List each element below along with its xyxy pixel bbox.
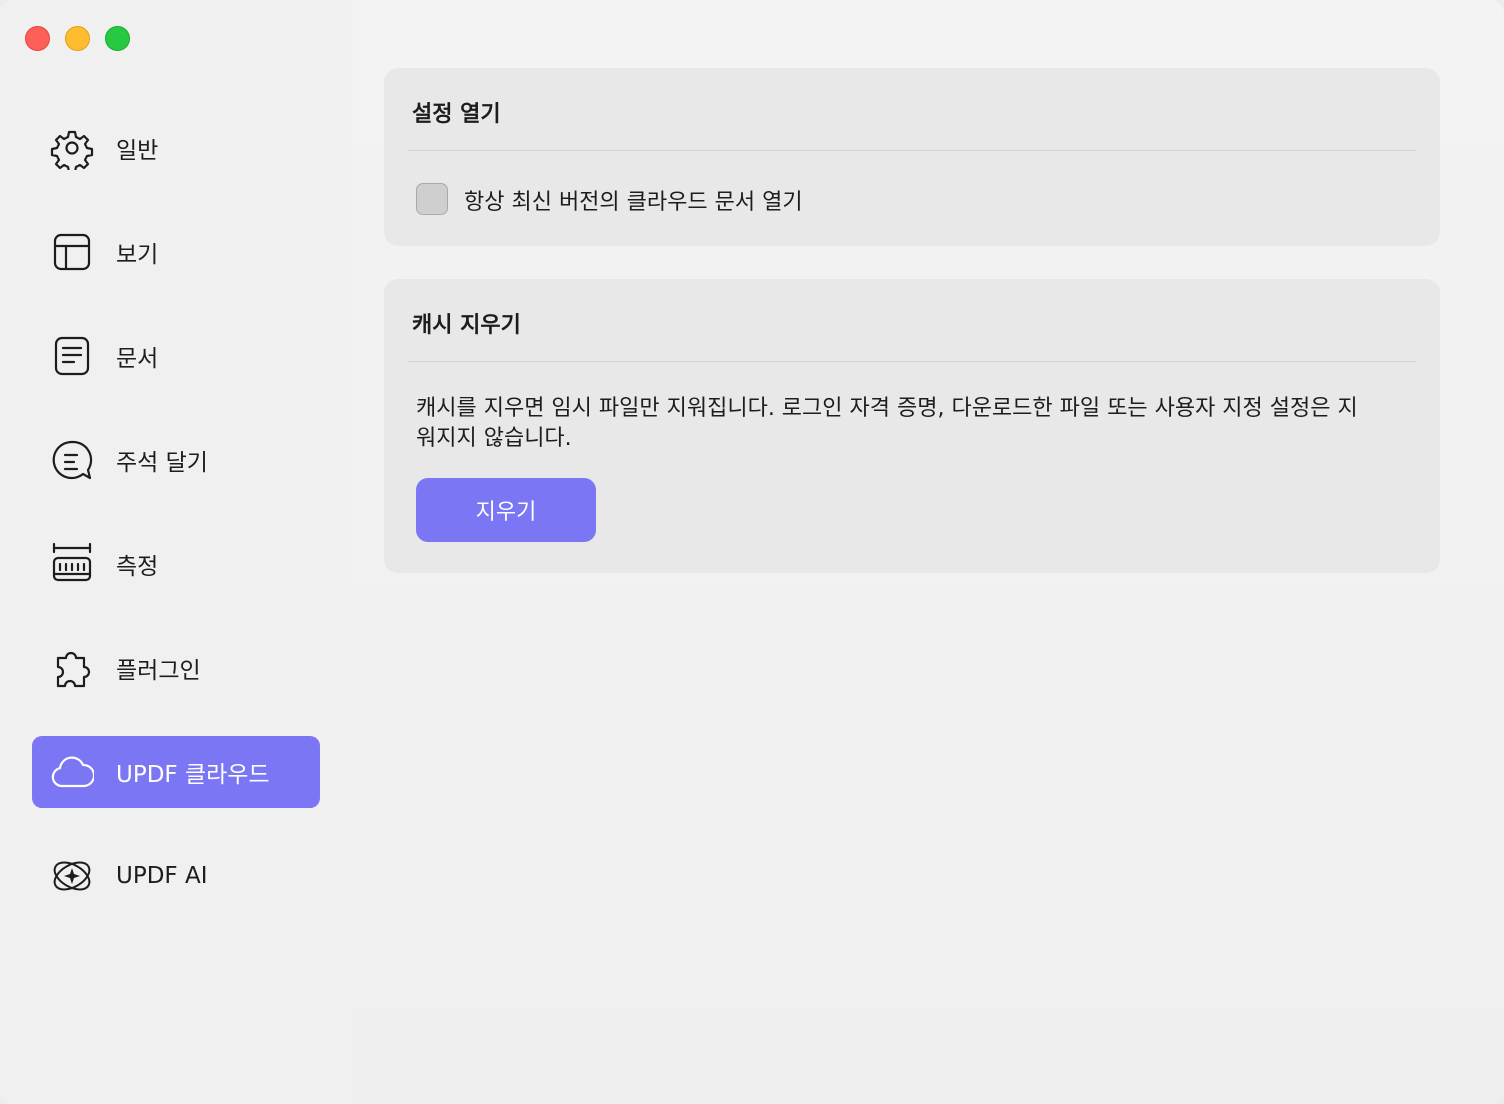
sidebar-item-measure[interactable]: 측정 — [32, 528, 320, 600]
divider — [408, 361, 1416, 362]
settings-window: 일반 보기 문서 주석 달기 측정 플러그인 UPDF 클라우드 UPDF AI… — [0, 0, 1504, 1104]
sidebar-item-general[interactable]: 일반 — [32, 112, 320, 184]
sidebar-item-updf-ai[interactable]: UPDF AI — [32, 840, 320, 912]
document-icon — [50, 334, 94, 378]
sidebar-item-label: 측정 — [116, 554, 159, 580]
sidebar: 일반 보기 문서 주석 달기 측정 플러그인 UPDF 클라우드 UPDF AI — [0, 0, 352, 1104]
layout-icon — [50, 230, 94, 274]
sidebar-item-label: 문서 — [116, 346, 159, 372]
close-window-button[interactable] — [25, 26, 50, 51]
open-latest-version-checkbox[interactable] — [416, 183, 448, 215]
clear-cache-card: 캐시 지우기 캐시를 지우면 임시 파일만 지워집니다. 로그인 자격 증명, … — [384, 279, 1440, 573]
puzzle-icon — [50, 646, 94, 690]
sidebar-item-label: 보기 — [116, 242, 159, 268]
sidebar-item-annotate[interactable]: 주석 달기 — [32, 424, 320, 496]
ai-icon — [50, 854, 94, 898]
minimize-window-button[interactable] — [65, 26, 90, 51]
ruler-icon — [50, 542, 94, 586]
divider — [408, 150, 1416, 151]
checkbox-label: 항상 최신 버전의 클라우드 문서 열기 — [464, 190, 803, 215]
sidebar-item-label: 주석 달기 — [116, 450, 208, 476]
cloud-icon — [50, 750, 94, 794]
sidebar-item-plugins[interactable]: 플러그인 — [32, 632, 320, 704]
sidebar-item-label: UPDF AI — [116, 863, 208, 889]
sidebar-item-document[interactable]: 문서 — [32, 320, 320, 392]
sidebar-item-label: UPDF 클라우드 — [116, 762, 270, 788]
clear-cache-description: 캐시를 지우면 임시 파일만 지워집니다. 로그인 자격 증명, 다운로드한 파… — [416, 396, 1358, 451]
section-title: 캐시 지우기 — [412, 313, 521, 338]
clear-cache-button[interactable]: 지우기 — [416, 478, 596, 542]
sidebar-item-label: 플러그인 — [116, 658, 201, 684]
sidebar-item-label: 일반 — [116, 138, 159, 164]
zoom-window-button[interactable] — [105, 26, 130, 51]
sidebar-item-view[interactable]: 보기 — [32, 216, 320, 288]
comment-icon — [50, 438, 94, 482]
section-title: 설정 열기 — [412, 102, 501, 127]
gear-icon — [50, 126, 94, 170]
sidebar-item-updf-cloud[interactable]: UPDF 클라우드 — [32, 736, 320, 808]
open-settings-card: 설정 열기 항상 최신 버전의 클라우드 문서 열기 — [384, 68, 1440, 246]
